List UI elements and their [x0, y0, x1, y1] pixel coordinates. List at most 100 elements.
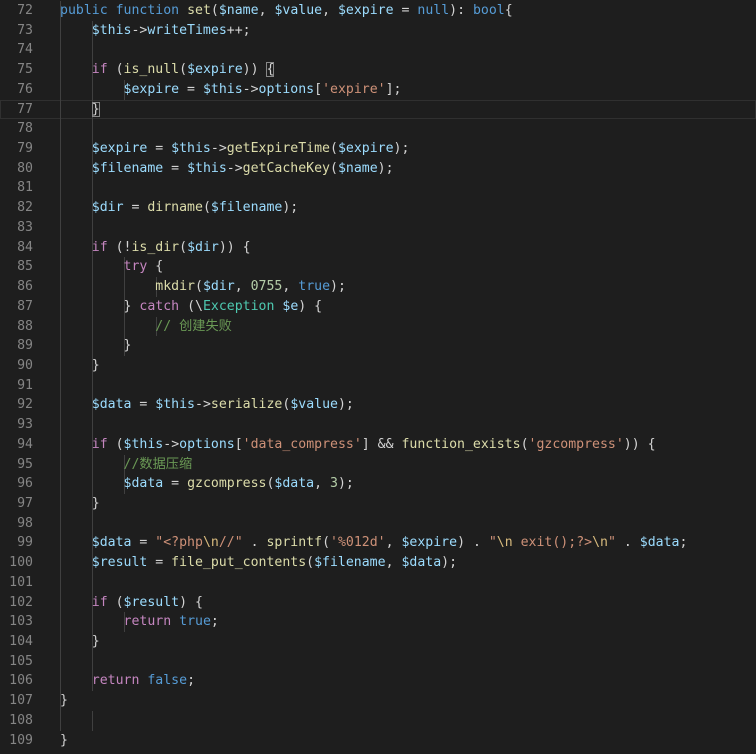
code-line[interactable]: 101 — [0, 572, 756, 593]
code-line[interactable]: 72 public function set($name, $value, $ex… — [0, 1, 756, 21]
code-line[interactable]: 82 $dir = dirname($filename); — [0, 198, 756, 218]
code-line[interactable]: 90 } — [0, 355, 756, 376]
token-ctl: if — [91, 594, 108, 610]
code-line[interactable]: 100 $result = file_put_contents($filenam… — [0, 553, 756, 573]
line-number: 86 — [17, 279, 33, 295]
line-number: 102 — [9, 594, 33, 610]
code-line[interactable]: 79 $expire = $this->getExpireTime($expir… — [0, 139, 756, 159]
code-line[interactable]: 104 } — [0, 632, 756, 652]
token-kw: false — [147, 673, 188, 689]
code-line[interactable]: 85 try { — [0, 257, 756, 278]
token-str: '%012d' — [330, 535, 386, 551]
token-var: $value — [290, 397, 338, 413]
code-line[interactable]: 91 — [0, 375, 756, 396]
token-op: -> — [163, 436, 180, 452]
code-line[interactable]: 106 return false; — [0, 671, 756, 692]
token-op: = — [163, 160, 188, 176]
token-var: options — [179, 436, 235, 452]
line-number: 107 — [9, 693, 33, 709]
code-line[interactable]: 77 } — [0, 99, 756, 120]
token-op: } — [91, 357, 100, 373]
code-text: if ($result) { — [60, 593, 203, 613]
code-line[interactable]: 97 } — [0, 493, 756, 514]
token-esc: \n — [202, 535, 219, 551]
token-op: ); — [377, 160, 394, 176]
token-fn: file_put_contents — [171, 555, 307, 571]
line-number: 106 — [9, 673, 33, 689]
code-line[interactable]: 75 if (is_null($expire)) { — [0, 60, 756, 80]
token-var: $this — [91, 22, 132, 38]
code-line[interactable]: 105 — [0, 651, 756, 672]
token-cls: Exception — [202, 298, 275, 314]
code-line[interactable]: 80 $filename = $this->getCacheKey($name)… — [0, 158, 756, 179]
code-line[interactable]: 86 mkdir($dir, 0755, true); — [0, 277, 756, 297]
code-line[interactable]: 96 $data = gzcompress($data, 3); — [0, 474, 756, 494]
token-kw: true — [298, 279, 331, 295]
token-var: $expire — [91, 141, 148, 157]
code-line[interactable]: 73 $this->writeTimes++; — [0, 20, 756, 41]
token-op: } — [91, 634, 100, 649]
indent-guide — [60, 40, 61, 61]
code-line[interactable]: 89 } — [0, 336, 756, 356]
code-line[interactable]: 95 //数据压缩 — [0, 454, 756, 475]
token-op: [ — [234, 436, 243, 452]
code-editor[interactable]: 72 public function set($name, $value, $ex… — [0, 1, 756, 754]
token-str: " — [488, 535, 497, 551]
code-line[interactable]: 109} — [0, 731, 756, 751]
code-line[interactable]: 103 return true; — [0, 612, 756, 632]
code-line[interactable]: 107} — [0, 691, 756, 711]
code-line[interactable]: 78 — [0, 119, 756, 140]
code-text: $result = file_put_contents($filename, $… — [60, 553, 457, 573]
code-line[interactable]: 74 — [0, 40, 756, 61]
code-text: } — [60, 632, 100, 652]
line-number: 94 — [17, 436, 33, 452]
code-line[interactable]: 92 $data = $this->serialize($value); — [0, 395, 756, 416]
code-line[interactable]: 87 } catch (\Exception $e) { — [0, 296, 756, 317]
line-number: 82 — [17, 200, 33, 216]
token-op: -> — [226, 160, 243, 176]
token-ctl: catch — [139, 298, 180, 314]
indent-guide — [60, 217, 61, 238]
code-text: $dir = dirname($filename); — [60, 198, 298, 218]
code-line[interactable]: 81 — [0, 178, 756, 199]
code-line[interactable]: 83 — [0, 217, 756, 238]
token-op: (\ — [179, 298, 203, 314]
code-line[interactable]: 98 — [0, 513, 756, 534]
code-text: $data = $this->serialize($value); — [60, 395, 354, 415]
code-line[interactable]: 84 if (!is_dir($dir)) { — [0, 237, 756, 258]
token-fn: getExpireTime — [226, 141, 330, 157]
token-str: " — [607, 535, 616, 551]
line-number: 84 — [17, 239, 33, 255]
indent-guide — [92, 375, 93, 396]
token-esc: \n — [592, 535, 608, 551]
token-op: ; — [210, 614, 219, 630]
code-line[interactable]: 108 — [0, 710, 756, 731]
token-kw: bool — [472, 3, 505, 18]
token-var: $this — [155, 397, 195, 413]
line-number: 74 — [17, 42, 33, 58]
token-ctl: if — [91, 436, 108, 452]
token-var: $data — [639, 535, 680, 551]
line-number: 99 — [17, 535, 33, 551]
token-ctl: return — [123, 614, 172, 630]
token-op: { — [504, 3, 513, 18]
indent-guide — [60, 375, 61, 396]
code-line[interactable]: 93 — [0, 415, 756, 435]
code-line[interactable]: 94 if ($this->options['data_compress'] &… — [0, 434, 756, 455]
code-line[interactable]: 99 $data = "<?php\n//" . sprintf('%012d'… — [0, 533, 756, 554]
code-line[interactable]: 76 $expire = $this->options['expire']; — [0, 79, 756, 100]
code-line[interactable]: 88 // 创建失败 — [0, 316, 756, 337]
token-var: $value — [274, 3, 323, 18]
code-line[interactable]: 102 if ($result) { — [0, 592, 756, 613]
indent-guide — [60, 651, 61, 672]
token-fn: mkdir — [155, 279, 195, 295]
token-op: , — [314, 476, 331, 492]
token-op: (! — [107, 239, 132, 255]
token-op: . — [615, 535, 640, 551]
token-com: //数据压缩 — [123, 456, 193, 472]
